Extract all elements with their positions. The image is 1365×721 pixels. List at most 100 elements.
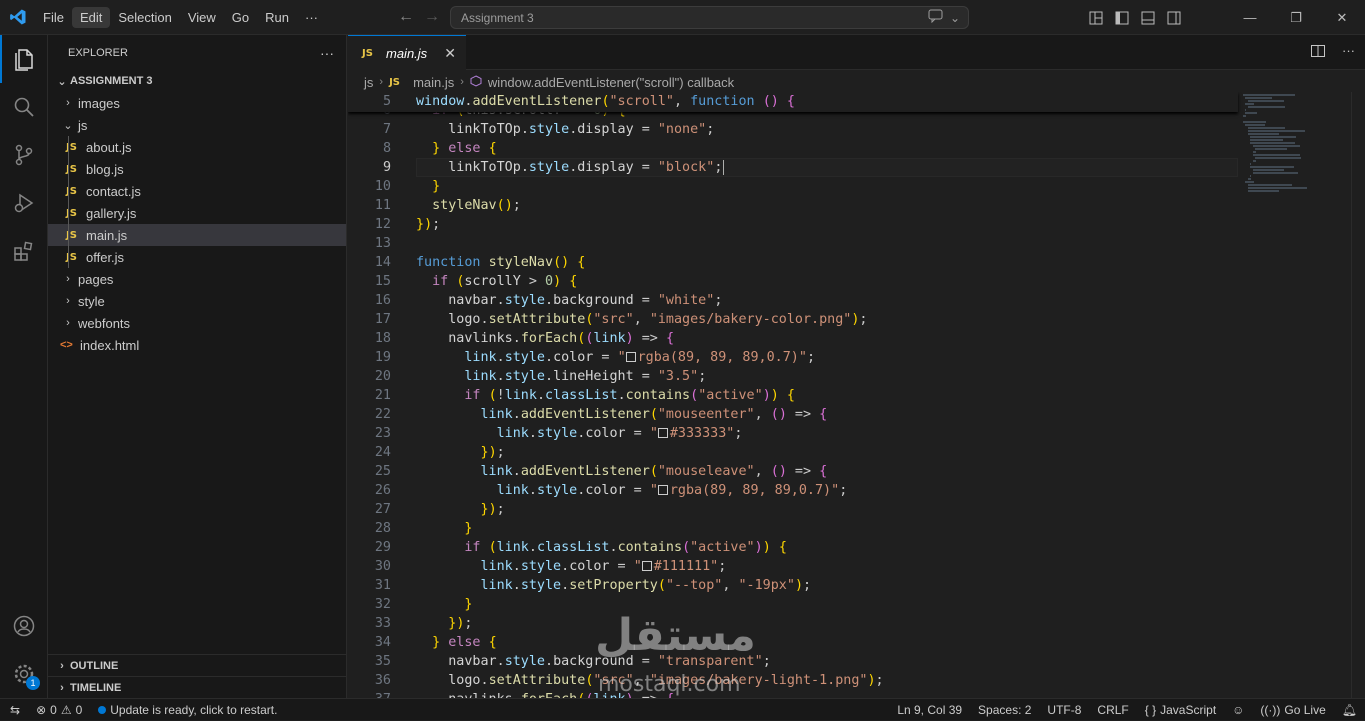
menu-item-selection[interactable]: Selection	[110, 7, 179, 28]
toggle-panel-icon[interactable]	[1135, 0, 1161, 35]
code-line[interactable]: 19 link.style.color = " rgba(89, 89, 89,0…	[348, 348, 1238, 367]
end-of-line[interactable]: CRLF	[1089, 699, 1136, 721]
tree-file-blog-js[interactable]: JS blog.js	[48, 158, 346, 180]
breadcrumb-folder[interactable]: js	[364, 75, 373, 90]
code-editor[interactable]: 5 window.addEventListener("scroll", funct…	[348, 92, 1365, 698]
tree-file-main-js[interactable]: JS main.js	[48, 224, 346, 246]
tree-folder-js[interactable]: ⌄ js	[48, 114, 346, 136]
update-notice[interactable]: Update is ready, click to restart.	[90, 699, 285, 721]
code-line[interactable]: 35 navbar.style.background = "transparen…	[348, 652, 1238, 671]
restore-icon[interactable]: ❐	[1273, 0, 1319, 35]
code-line[interactable]: 24 });	[348, 443, 1238, 462]
nav-arrows: ← →	[398, 8, 440, 26]
tree-file-index-html[interactable]: <> index.html	[48, 334, 346, 356]
code-line[interactable]: 13	[348, 234, 1238, 253]
minimize-icon[interactable]: —	[1227, 0, 1273, 35]
code-line[interactable]: 18 navlinks.forEach((link) => {	[348, 329, 1238, 348]
code-line[interactable]: 34 } else {	[348, 633, 1238, 652]
tree-file-offer-js[interactable]: JS offer.js	[48, 246, 346, 268]
code-line[interactable]: 25 link.addEventListener("mouseleave", (…	[348, 462, 1238, 481]
code-line[interactable]: 30 link.style.color = " #111111";	[348, 557, 1238, 576]
chevron-right-icon: ›	[66, 295, 70, 307]
go-live-label: Go Live	[1284, 703, 1326, 717]
manage-gear-icon[interactable]: 1	[0, 650, 48, 698]
menu-item-view[interactable]: View	[180, 7, 224, 28]
code-line[interactable]: 31 link.style.setProperty("--top", "-19p…	[348, 576, 1238, 595]
code-line[interactable]: 27 });	[348, 500, 1238, 519]
split-editor-icon[interactable]	[1310, 43, 1326, 62]
tree-file-gallery-js[interactable]: JS gallery.js	[48, 202, 346, 224]
explorer-icon[interactable]	[0, 35, 48, 83]
code-line[interactable]: 23 link.style.color = " #333333";	[348, 424, 1238, 443]
code-line[interactable]: 26 link.style.color = " rgba(89, 89, 89,0…	[348, 481, 1238, 500]
code-line[interactable]: 15 if (scrollY > 0) {	[348, 272, 1238, 291]
toggle-primary-sidebar-icon[interactable]	[1109, 0, 1135, 35]
copilot-chat-icon[interactable]	[928, 9, 944, 26]
breadcrumb-file[interactable]: main.js	[413, 75, 454, 90]
code-line[interactable]: 12});	[348, 215, 1238, 234]
menu-item-edit[interactable]: Edit	[71, 6, 111, 28]
run-debug-icon[interactable]	[0, 179, 48, 227]
source-control-icon[interactable]	[0, 131, 48, 179]
code-line[interactable]: 7 linkToTOp.style.display = "none";	[348, 120, 1238, 139]
close-icon[interactable]: ✕	[444, 45, 456, 62]
code-line[interactable]: 37 navlinks.forEach((link) => {	[348, 690, 1238, 698]
copilot-status-icon[interactable]: ☺	[1224, 699, 1252, 721]
problems-indicator[interactable]: ⊗ 0 ⚠ 0	[28, 699, 90, 721]
notifications-bell-icon[interactable]: 🔔︎	[1334, 699, 1365, 721]
outline-section[interactable]: › OUTLINE	[48, 654, 347, 676]
indentation[interactable]: Spaces: 2	[970, 699, 1039, 721]
menu-item-go[interactable]: Go	[224, 7, 257, 28]
encoding[interactable]: UTF-8	[1039, 699, 1089, 721]
customize-layout-icon[interactable]	[1083, 0, 1109, 35]
code-line[interactable]: 14 function styleNav() {	[348, 253, 1238, 272]
timeline-section[interactable]: › TIMELINE	[48, 676, 347, 698]
code-line[interactable]: 5 window.addEventListener("scroll", funct…	[348, 92, 1238, 111]
code-line[interactable]: 17 logo.setAttribute("src", "images/bake…	[348, 310, 1238, 329]
code-line[interactable]: 29 if (link.classList.contains("active")…	[348, 538, 1238, 557]
tree-file-about-js[interactable]: JS about.js	[48, 136, 346, 158]
code-line[interactable]: 36 logo.setAttribute("src", "images/bake…	[348, 671, 1238, 690]
tree-folder-pages[interactable]: › pages	[48, 268, 346, 290]
forward-arrow-icon[interactable]: →	[424, 8, 440, 26]
tree-file-contact-js[interactable]: JS contact.js	[48, 180, 346, 202]
tree-folder-style[interactable]: › style	[48, 290, 346, 312]
chevron-down-icon[interactable]: ⌄	[950, 11, 960, 25]
code-line[interactable]: 9 linkToTOp.style.display = "block";	[348, 158, 1238, 177]
language-mode[interactable]: { } JavaScript	[1137, 699, 1224, 721]
code-line[interactable]: 21 if (!link.classList.contains("active"…	[348, 386, 1238, 405]
remote-indicator[interactable]: ⇆	[0, 699, 28, 721]
tree-folder-images[interactable]: › images	[48, 92, 346, 114]
go-live-button[interactable]: ((·)) Go Live	[1252, 699, 1333, 721]
code-line[interactable]: 10 }	[348, 177, 1238, 196]
minimap[interactable]	[1243, 92, 1353, 212]
menu-item-file[interactable]: File	[35, 7, 72, 28]
code-line[interactable]: 8 } else {	[348, 139, 1238, 158]
accounts-icon[interactable]	[0, 602, 48, 650]
cursor-position[interactable]: Ln 9, Col 39	[889, 699, 970, 721]
search-icon[interactable]	[0, 83, 48, 131]
menu-item-run[interactable]: Run	[257, 7, 297, 28]
more-actions-icon[interactable]: ···	[1342, 43, 1355, 62]
toggle-secondary-sidebar-icon[interactable]	[1161, 0, 1187, 35]
code-line[interactable]: 16 navbar.style.background = "white";	[348, 291, 1238, 310]
close-window-icon[interactable]: ✕	[1319, 0, 1365, 35]
extensions-icon[interactable]	[0, 227, 48, 275]
code-line[interactable]: 20 link.style.lineHeight = "3.5";	[348, 367, 1238, 386]
explorer-more-icon[interactable]: ···	[320, 45, 334, 61]
code-line[interactable]: 33 });	[348, 614, 1238, 633]
back-arrow-icon[interactable]: ←	[398, 8, 414, 26]
tab-main-js[interactable]: JS main.js ✕	[348, 35, 466, 70]
breadcrumb-symbol[interactable]: window.addEventListener("scroll") callba…	[488, 75, 734, 90]
code-line[interactable]: 11 styleNav();	[348, 196, 1238, 215]
menu-item-more[interactable]: ···	[297, 7, 326, 28]
code-line[interactable]: 28 }	[348, 519, 1238, 538]
tree-folder-webfonts[interactable]: › webfonts	[48, 312, 346, 334]
tab-label: main.js	[386, 45, 428, 61]
code-line[interactable]: 32 }	[348, 595, 1238, 614]
workspace-root[interactable]: ⌄ ASSIGNMENT 3	[48, 70, 346, 92]
sticky-scroll-header[interactable]: 5 window.addEventListener("scroll", funct…	[348, 92, 1238, 112]
vertical-scrollbar[interactable]	[1351, 92, 1365, 698]
command-center-search[interactable]: Assignment 3 ⌄	[450, 6, 969, 29]
code-line[interactable]: 22 link.addEventListener("mouseenter", (…	[348, 405, 1238, 424]
